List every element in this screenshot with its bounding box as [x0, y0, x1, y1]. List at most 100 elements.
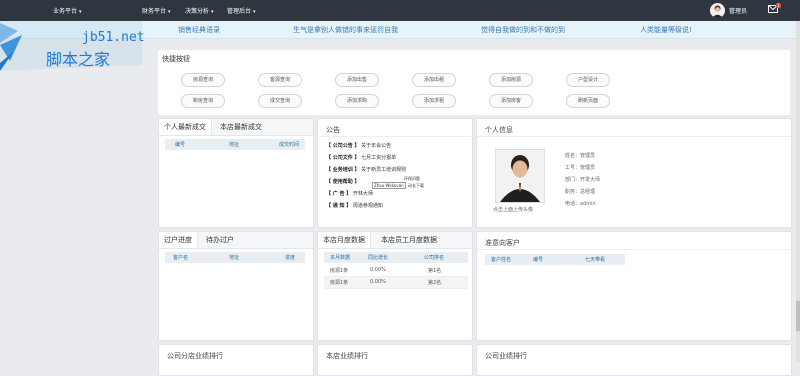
notice-text: 七月工资分报单 — [361, 155, 397, 161]
quick-btn-add-house[interactable]: 添加房源 — [489, 73, 533, 87]
notice-tooltip-2: 环保问题 — [404, 176, 420, 181]
personal-info-panel: 个人信息 点击上面上传头像 姓名：管理员 工号：管理员 部门：开发大师 职务：总… — [476, 118, 792, 228]
col-id: 编号 — [533, 257, 544, 263]
info-value: 管理员 — [580, 165, 596, 171]
monthly-header: 本月数据 同比增长 公司排名 — [324, 252, 468, 263]
transfer-header: 客户名 地址 进度 — [165, 252, 305, 263]
table-row: 房源1条 0.00% 第2名 — [324, 277, 468, 289]
notice-text: 关于年会公告 — [361, 143, 392, 149]
notice-tag: 【 使用帮助 】 — [326, 179, 360, 185]
menu-business[interactable]: 业务平台 ▾ — [53, 6, 82, 15]
upload-avatar-caption[interactable]: 点击上面上传头像 — [493, 206, 533, 213]
caret-down-icon: ▾ — [79, 9, 82, 15]
transfer-tabs: 过户进度 待办过户 — [159, 232, 313, 249]
quick-buttons-panel: 快捷按钮 房源查询 客源查询 添加出售 添加出租 添加房源 户型设计 新房查询 … — [158, 50, 790, 115]
info-name: 姓名：管理员 — [565, 152, 595, 159]
col-month-data: 本月数据 — [330, 255, 351, 261]
notice-text: 周道参观通知 — [352, 203, 383, 209]
col-deal-time: 成交时间 — [279, 142, 300, 148]
monthly-tabs: 本店月度数据 本店员工月度数据 — [318, 232, 472, 249]
slogan-3: 觉得自我做的到和不做的到 — [481, 26, 565, 34]
transfer-progress-panel: 过户进度 待办过户 客户名 地址 进度 — [158, 231, 314, 341]
notice-tag: 【 通 知 】 — [326, 203, 352, 209]
quick-btn-client-search[interactable]: 客源查询 — [258, 73, 302, 87]
menu-decision[interactable]: 决策分析 ▾ — [185, 6, 214, 15]
notice-tooltip: Zhou Wekovan — [372, 182, 406, 189]
col-client-name: 客户姓名 — [491, 257, 512, 263]
notice-panel: 公告 【 公司公告 】 关于年会公告 【 公司文件 】 七月工资分报单 【 业务… — [317, 118, 473, 228]
notice-item[interactable]: 【 广 告 】 开林大师 — [326, 190, 373, 197]
branch-ranking-panel: 公司分店业绩排行 — [158, 344, 314, 376]
tab-transfer-progress[interactable]: 过户进度 — [159, 232, 198, 248]
tab-pending-transfer[interactable]: 待办过户 — [201, 232, 239, 248]
notice-item[interactable]: 【 公司文件 】 七月工资分报单 — [326, 154, 396, 161]
company-ranking-panel: 公司业绩排行 — [476, 344, 792, 376]
page-scrollbar[interactable] — [796, 21, 800, 362]
quick-btn-deal-search[interactable]: 成交查询 — [258, 94, 302, 108]
branch-ranking-title: 公司分店业绩排行 — [167, 352, 223, 360]
quick-buttons-title: 快捷按钮 — [162, 55, 190, 63]
notice-text: 开林大师 — [352, 191, 373, 197]
watermark-text-1: jb51.net — [82, 30, 145, 45]
tab-staff-monthly[interactable]: 本店员工月度数据 — [376, 232, 442, 248]
top-navbar: 业务平台 ▾ 财务平台 ▾ 决策分析 ▾ 管理后台 ▾ 管理员 1 — [0, 0, 800, 21]
cell: 房源1条 — [330, 268, 349, 274]
quick-btn-new-house[interactable]: 新房查询 — [181, 94, 225, 108]
notice-item[interactable]: 【 通 知 】 周道参观通知 — [326, 202, 383, 209]
menu-admin[interactable]: 管理后台 ▾ — [227, 6, 256, 15]
quick-btn-add-rent-request[interactable]: 添加求租 — [412, 94, 456, 108]
menu-finance[interactable]: 财务平台 ▾ — [142, 6, 171, 15]
cell: 房源1条 — [330, 280, 349, 286]
intent-customers-title: 准意向客户 — [485, 239, 520, 247]
personal-info-title: 个人信息 — [485, 126, 513, 134]
quick-btn-layout-design[interactable]: 户型设计 — [566, 73, 610, 87]
quick-btn-add-rent[interactable]: 添加出租 — [412, 73, 456, 87]
info-value: 管理员 — [580, 153, 596, 159]
info-label: 姓名： — [565, 153, 581, 159]
col-id: 编号 — [175, 142, 186, 148]
col-seven-day-viewing: 七天带看 — [585, 257, 606, 263]
quick-btn-house-search[interactable]: 房源查询 — [181, 73, 225, 87]
caret-down-icon: ▾ — [211, 9, 214, 15]
company-ranking-title: 公司业绩排行 — [485, 352, 527, 360]
notice-item[interactable]: 【 业务培训 】 关于新员工培训规则 — [326, 166, 406, 173]
notice-tag: 【 广 告 】 — [326, 191, 352, 197]
tab-store-monthly[interactable]: 本店月度数据 — [318, 232, 371, 248]
notice-tooltip-3: 动长下载 — [408, 183, 424, 188]
latest-deals-header: 编号 地址 成交时间 — [165, 139, 305, 150]
watermark-logo: jb51.net 脚本之家 — [0, 21, 145, 71]
profile-photo[interactable] — [495, 149, 545, 203]
quick-btn-add-buy-request[interactable]: 添加求购 — [335, 94, 379, 108]
notice-tag: 【 公司公告 】 — [326, 143, 360, 149]
intent-header: 客户姓名 编号 七天带看 — [485, 254, 625, 265]
quick-btn-refresh[interactable]: 刷新页面 — [566, 94, 610, 108]
user-name[interactable]: 管理员 — [729, 6, 747, 15]
info-label: 工号： — [565, 165, 581, 171]
info-value: admin — [580, 201, 596, 207]
user-avatar[interactable] — [710, 3, 725, 18]
menu-admin-label: 管理后台 — [227, 8, 252, 15]
watermark-text-2: 脚本之家 — [46, 50, 111, 69]
slogan-1: 销售经典语录 — [178, 26, 220, 34]
col-client: 客户名 — [173, 255, 189, 261]
menu-finance-label: 财务平台 — [142, 8, 167, 15]
col-growth: 同比增长 — [368, 255, 389, 261]
menu-decision-label: 决策分析 — [185, 8, 210, 15]
info-position: 职务：总经理 — [565, 188, 595, 195]
notice-tag: 【 业务培训 】 — [326, 167, 360, 173]
col-progress: 进度 — [285, 255, 296, 261]
quick-btn-add-tenant[interactable]: 添加房客 — [489, 94, 533, 108]
latest-deals-tabs: 个人最新成交 本店最新成交 — [159, 119, 313, 136]
caret-down-icon: ▾ — [253, 9, 256, 15]
tab-store-latest[interactable]: 本店最新成交 — [215, 119, 267, 135]
notice-item[interactable]: 【 公司公告 】 关于年会公告 — [326, 142, 391, 149]
store-ranking-panel: 本店业绩排行 — [317, 344, 473, 376]
notice-item[interactable]: 【 使用帮助 】 — [326, 178, 359, 185]
info-department: 部门：开发大师 — [565, 176, 600, 183]
scrollbar-thumb[interactable] — [796, 301, 800, 331]
cell: 第2名 — [428, 280, 442, 286]
tab-personal-latest[interactable]: 个人最新成交 — [159, 119, 212, 135]
store-ranking-title: 本店业绩排行 — [326, 352, 368, 360]
table-row: 房源1条 0.00% 第1名 — [324, 265, 468, 277]
quick-btn-add-sale[interactable]: 添加出售 — [335, 73, 379, 87]
